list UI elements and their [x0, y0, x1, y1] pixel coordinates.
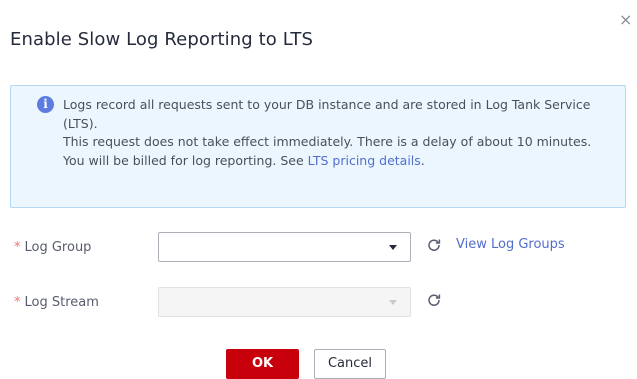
- ok-button[interactable]: OK: [226, 349, 299, 379]
- notice-text: Logs record all requests sent to your DB…: [63, 96, 613, 170]
- refresh-icon[interactable]: [427, 238, 441, 252]
- info-icon: i: [37, 96, 54, 113]
- log-group-label: * Log Group: [14, 240, 91, 255]
- dialog-title: Enable Slow Log Reporting to LTS: [10, 29, 313, 50]
- log-group-select[interactable]: [158, 232, 411, 262]
- chevron-down-icon: [389, 300, 397, 305]
- notice-line-3: You will be billed for log reporting. Se…: [63, 152, 613, 171]
- chevron-down-icon: [389, 245, 397, 250]
- log-stream-select[interactable]: [158, 287, 411, 317]
- required-mark: *: [14, 240, 21, 255]
- view-log-groups-link[interactable]: View Log Groups: [456, 237, 565, 252]
- log-group-label-text: Log Group: [24, 240, 92, 255]
- notice-line-1: Logs record all requests sent to your DB…: [63, 97, 591, 131]
- log-stream-label: * Log Stream: [14, 295, 99, 310]
- info-notice: i Logs record all requests sent to your …: [10, 85, 626, 208]
- notice-line-3-text: You will be billed for log reporting. Se…: [63, 152, 308, 168]
- close-icon[interactable]: ×: [619, 12, 633, 28]
- refresh-icon[interactable]: [427, 293, 441, 307]
- cancel-button[interactable]: Cancel: [314, 349, 386, 379]
- notice-line-3-end: .: [420, 152, 425, 168]
- notice-line-2: This request does not take effect immedi…: [63, 134, 592, 149]
- lts-pricing-link[interactable]: LTS pricing details: [308, 153, 421, 168]
- log-stream-label-text: Log Stream: [24, 295, 99, 310]
- required-mark: *: [14, 295, 21, 310]
